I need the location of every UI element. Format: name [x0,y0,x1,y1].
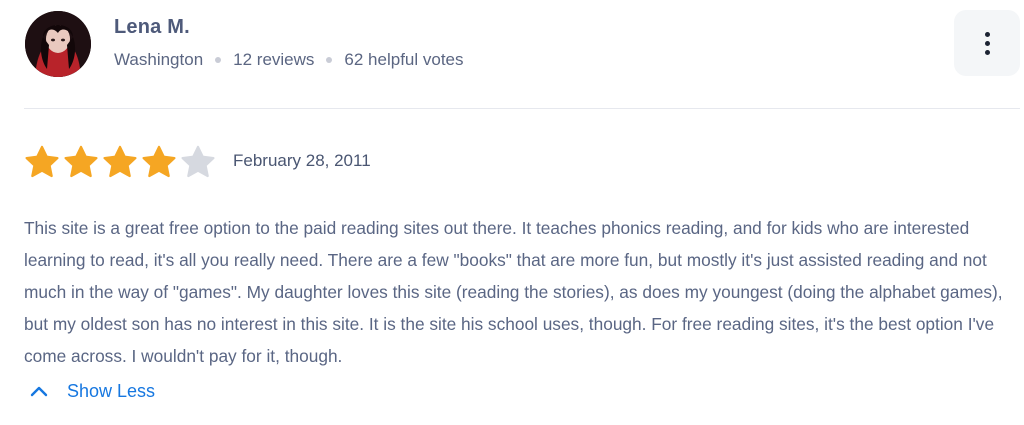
chevron-up-icon [30,386,48,397]
show-less-label: Show Less [67,380,156,401]
star-filled-icon [24,144,60,178]
reviewer-name[interactable]: Lena M. [114,16,190,39]
rating-row: February 28, 2011 [24,143,371,179]
more-vertical-icon-dot [984,49,990,55]
more-vertical-icon-dot [984,40,990,46]
star-filled-icon [141,144,177,178]
reviewer-header: Lena M. Washington 12 reviews 62 helpful… [24,10,1020,78]
reviewer-meta: Washington 12 reviews 62 helpful votes [114,50,464,70]
divider [24,108,1020,109]
star-filled-icon [102,144,138,178]
review-card: Lena M. Washington 12 reviews 62 helpful… [0,0,1024,425]
star-filled-icon [63,144,99,178]
show-less-button[interactable]: Show Less [30,377,155,405]
reviewer-reviews-count: 12 reviews [233,50,315,69]
separator-dot [326,57,333,63]
reviewer-location: Washington [114,50,204,69]
star-rating [24,144,216,178]
star-empty-icon [180,144,216,178]
review-text: This site is a great free option to the … [24,218,1003,366]
review-date: February 28, 2011 [233,151,371,170]
more-vertical-icon [984,31,990,37]
separator-dot [215,57,222,63]
reviewer-helpful-votes: 62 helpful votes [344,50,464,69]
avatar[interactable] [25,11,91,77]
more-options-button[interactable] [954,10,1020,76]
